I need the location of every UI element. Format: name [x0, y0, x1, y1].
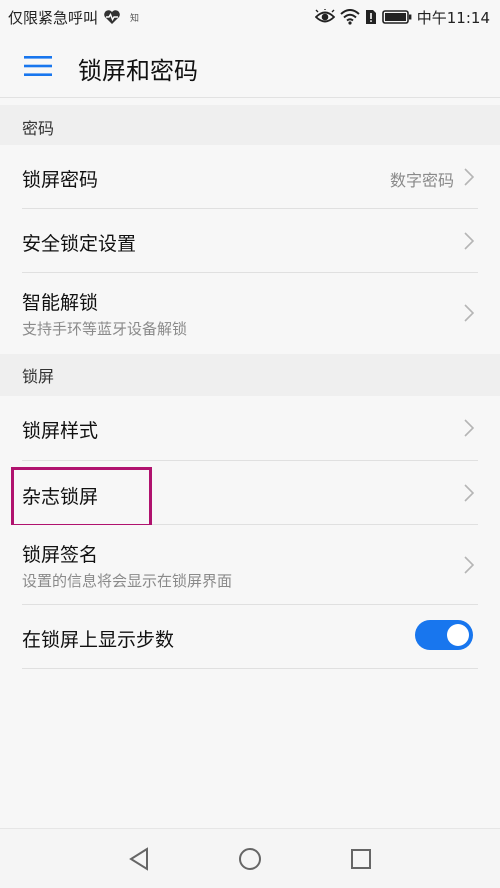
section-header-lockscreen: 锁屏 — [0, 354, 500, 396]
recents-icon[interactable] — [348, 846, 374, 872]
hamburger-menu-icon[interactable] — [24, 56, 52, 76]
chevron-right-icon — [464, 168, 474, 186]
heart-rate-icon — [104, 10, 120, 24]
row-smart-unlock[interactable]: 智能解锁 支持手环等蓝牙设备解锁 — [0, 273, 500, 353]
clock-text: 中午11:14 — [416, 8, 490, 27]
battery-icon — [381, 10, 412, 24]
chevron-right-icon — [464, 419, 474, 437]
wifi-icon — [340, 9, 360, 25]
row-title: 锁屏签名 — [22, 544, 99, 566]
chevron-right-icon — [464, 232, 474, 250]
row-subtitle: 支持手环等蓝牙设备解锁 — [22, 320, 188, 338]
page-title: 锁屏和密码 — [78, 57, 198, 85]
show-steps-toggle[interactable] — [415, 620, 473, 650]
screen: 仅限紧急呼叫 知 中午11:14 锁屏和密码 密码 锁屏密码 数字密码 安全锁定… — [0, 0, 500, 888]
row-lock-password[interactable]: 锁屏密码 数字密码 — [0, 145, 500, 209]
row-title: 在锁屏上显示步数 — [22, 629, 175, 651]
chevron-right-icon — [464, 484, 474, 502]
toggle-knob — [447, 624, 469, 646]
row-title: 智能解锁 — [22, 292, 99, 314]
sim-alert-icon — [365, 10, 376, 24]
row-lock-signature[interactable]: 锁屏签名 设置的信息将会显示在锁屏界面 — [0, 525, 500, 605]
carrier-text: 仅限紧急呼叫 — [8, 8, 99, 27]
eye-icon — [314, 9, 335, 23]
app-bar: 锁屏和密码 — [0, 34, 500, 98]
status-bar: 仅限紧急呼叫 知 中午11:14 — [0, 0, 500, 34]
navigation-bar — [0, 828, 500, 888]
chevron-right-icon — [464, 556, 474, 574]
divider — [22, 668, 478, 669]
highlight-box — [11, 467, 152, 527]
row-title: 锁屏密码 — [22, 169, 99, 191]
home-icon[interactable] — [237, 846, 263, 872]
row-title: 安全锁定设置 — [22, 233, 137, 255]
row-subtitle: 设置的信息将会显示在锁屏界面 — [22, 572, 233, 590]
section-header-password: 密码 — [0, 105, 500, 149]
row-lock-style[interactable]: 锁屏样式 — [0, 396, 500, 461]
row-security-lock-settings[interactable]: 安全锁定设置 — [0, 209, 500, 273]
back-icon[interactable] — [126, 846, 152, 872]
chevron-right-icon — [464, 304, 474, 322]
row-title: 锁屏样式 — [22, 420, 99, 442]
row-value: 数字密码 — [389, 171, 454, 190]
status-small-label: 知 — [130, 13, 140, 24]
